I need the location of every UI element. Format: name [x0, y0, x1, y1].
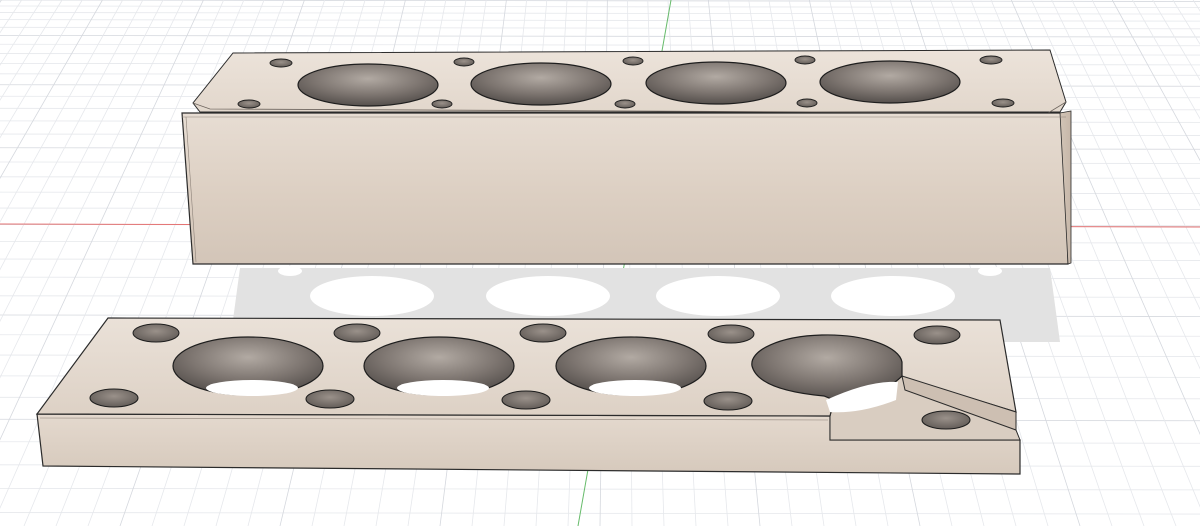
grid-line [1152, 0, 1200, 81]
grid-line [1172, 0, 1200, 45]
lower-hole-1 [172, 336, 324, 396]
upper-hole-3 [645, 61, 787, 105]
upper-hole-2 [470, 62, 612, 106]
grid-line [0, 0, 1200, 2]
grid-line [0, 26, 1200, 30]
grid-line [1091, 0, 1200, 207]
grid-line [0, 0, 2, 3]
grid-line [0, 43, 1200, 47]
lower-hole-2 [363, 336, 515, 396]
upper-block-front-face [181, 112, 1069, 265]
grid-line [0, 35, 1200, 38]
cad-viewport[interactable] [0, 0, 1200, 526]
upper-hole-4 [819, 60, 961, 104]
upper-block[interactable] [181, 49, 1072, 265]
lower-plate[interactable] [35, 317, 1021, 475]
grid-line [0, 0, 43, 66]
lower-hole-3 [555, 336, 707, 396]
grid-line [0, 487, 1200, 491]
3d-scene [0, 0, 1200, 526]
upper-hole-1 [297, 63, 439, 107]
grid-line [1132, 0, 1200, 120]
grid-line [1071, 0, 1200, 257]
grid-line [0, 12, 1200, 15]
